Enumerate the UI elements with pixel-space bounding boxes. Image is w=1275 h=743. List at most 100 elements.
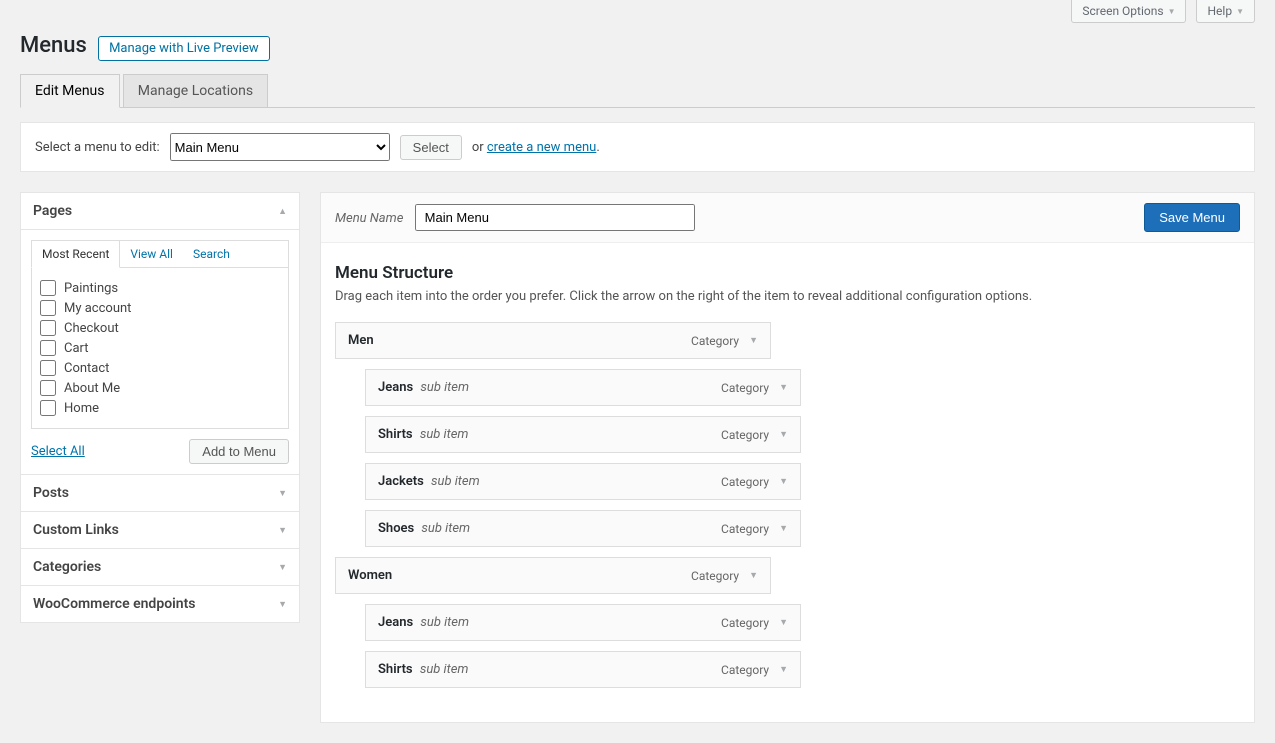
menu-item-type: Category bbox=[721, 522, 769, 536]
menu-item[interactable]: Men Category ▼ bbox=[335, 322, 771, 359]
menu-structure-title: Menu Structure bbox=[335, 263, 1240, 283]
metabox-categories-toggle[interactable]: Categories ▼ bbox=[21, 549, 299, 585]
screen-options-label: Screen Options bbox=[1082, 4, 1163, 18]
create-new-menu-link[interactable]: create a new menu bbox=[487, 140, 596, 155]
sub-item-label: sub item bbox=[417, 662, 469, 677]
menu-structure-desc: Drag each item into the order you prefer… bbox=[335, 289, 1240, 304]
sidebar: Pages ▲ Most Recent View All Search Pain… bbox=[20, 192, 300, 623]
page-checkbox-item[interactable]: Checkout bbox=[40, 318, 280, 338]
checkbox[interactable] bbox=[40, 320, 56, 336]
metabox-categories: Categories ▼ bbox=[20, 549, 300, 586]
metabox-pages-toggle[interactable]: Pages ▲ bbox=[21, 193, 299, 229]
menu-selector-panel: Select a menu to edit: Main Menu Select … bbox=[20, 122, 1255, 172]
menu-items-list: MenCategory▼Jeans sub itemCategory▼Shirt… bbox=[335, 322, 1240, 688]
page-checkbox-item[interactable]: My account bbox=[40, 298, 280, 318]
expand-icon[interactable]: ▼ bbox=[749, 335, 758, 346]
checkbox[interactable] bbox=[40, 280, 56, 296]
menu-item-title: Shirts bbox=[378, 662, 413, 677]
select-button[interactable]: Select bbox=[400, 135, 462, 160]
pages-checklist: Paintings My account Checkout Cart Conta… bbox=[32, 268, 288, 428]
tab-edit-menus[interactable]: Edit Menus bbox=[20, 74, 120, 108]
screen-options-button[interactable]: Screen Options ▼ bbox=[1071, 0, 1186, 23]
menu-item[interactable]: Shirts sub item Category ▼ bbox=[365, 651, 801, 688]
menu-selector-label: Select a menu to edit: bbox=[35, 140, 160, 155]
page-title: Menus bbox=[20, 33, 87, 58]
expand-icon[interactable]: ▼ bbox=[779, 664, 788, 675]
menu-item-type: Category bbox=[721, 381, 769, 395]
page-checkbox-item[interactable]: Cart bbox=[40, 338, 280, 358]
select-all-link[interactable]: Select All bbox=[31, 444, 85, 459]
checkbox[interactable] bbox=[40, 340, 56, 356]
save-menu-button[interactable]: Save Menu bbox=[1144, 203, 1240, 232]
or-text: or create a new menu. bbox=[472, 140, 600, 155]
sub-item-label: sub item bbox=[417, 380, 469, 395]
chevron-up-icon: ▲ bbox=[278, 206, 287, 217]
metabox-posts: Posts ▼ bbox=[20, 475, 300, 512]
chevron-down-icon: ▼ bbox=[278, 599, 287, 610]
live-preview-button[interactable]: Manage with Live Preview bbox=[98, 36, 270, 61]
menu-item[interactable]: Shoes sub item Category ▼ bbox=[365, 510, 801, 547]
page-checkbox-item[interactable]: Paintings bbox=[40, 278, 280, 298]
sub-item-label: sub item bbox=[417, 427, 469, 442]
menu-item-title: Jeans bbox=[378, 380, 413, 395]
menu-item[interactable]: Shirts sub item Category ▼ bbox=[365, 416, 801, 453]
metabox-woocommerce: WooCommerce endpoints ▼ bbox=[20, 586, 300, 623]
menu-item-title: Women bbox=[348, 568, 392, 583]
add-to-menu-button[interactable]: Add to Menu bbox=[189, 439, 289, 464]
tab-view-all[interactable]: View All bbox=[120, 241, 183, 267]
chevron-down-icon: ▼ bbox=[278, 562, 287, 573]
expand-icon[interactable]: ▼ bbox=[779, 617, 788, 628]
menu-name-label: Menu Name bbox=[335, 211, 403, 226]
menu-item-title: Shirts bbox=[378, 427, 413, 442]
checkbox[interactable] bbox=[40, 400, 56, 416]
sub-item-label: sub item bbox=[428, 474, 480, 489]
menu-item-type: Category bbox=[721, 475, 769, 489]
menu-item-type: Category bbox=[721, 428, 769, 442]
tab-manage-locations[interactable]: Manage Locations bbox=[123, 74, 268, 107]
sub-item-label: sub item bbox=[417, 615, 469, 630]
checkbox[interactable] bbox=[40, 380, 56, 396]
help-label: Help bbox=[1207, 4, 1232, 18]
page-checkbox-item[interactable]: Home bbox=[40, 398, 280, 418]
page-checkbox-item[interactable]: Contact bbox=[40, 358, 280, 378]
expand-icon[interactable]: ▼ bbox=[779, 429, 788, 440]
metabox-woocommerce-toggle[interactable]: WooCommerce endpoints ▼ bbox=[21, 586, 299, 622]
expand-icon[interactable]: ▼ bbox=[779, 523, 788, 534]
metabox-pages-title: Pages bbox=[33, 203, 72, 219]
tab-most-recent[interactable]: Most Recent bbox=[31, 240, 120, 268]
chevron-down-icon: ▼ bbox=[278, 525, 287, 536]
sub-item-label: sub item bbox=[418, 521, 470, 536]
menu-select[interactable]: Main Menu bbox=[170, 133, 390, 161]
menu-item-type: Category bbox=[721, 663, 769, 677]
menu-item[interactable]: Jeans sub item Category ▼ bbox=[365, 604, 801, 641]
menu-item[interactable]: Women Category ▼ bbox=[335, 557, 771, 594]
menu-item-title: Men bbox=[348, 333, 374, 348]
chevron-down-icon: ▼ bbox=[1236, 7, 1244, 16]
expand-icon[interactable]: ▼ bbox=[749, 570, 758, 581]
tab-search[interactable]: Search bbox=[183, 241, 240, 267]
nav-tabs: Edit Menus Manage Locations bbox=[20, 74, 1255, 108]
page-checkbox-item[interactable]: About Me bbox=[40, 378, 280, 398]
checkbox[interactable] bbox=[40, 300, 56, 316]
menu-item[interactable]: Jackets sub item Category ▼ bbox=[365, 463, 801, 500]
menu-item-title: Shoes bbox=[378, 521, 414, 536]
help-button[interactable]: Help ▼ bbox=[1196, 0, 1255, 23]
chevron-down-icon: ▼ bbox=[278, 488, 287, 499]
menu-item-title: Jackets bbox=[378, 474, 424, 489]
chevron-down-icon: ▼ bbox=[1168, 7, 1176, 16]
menu-item-type: Category bbox=[721, 616, 769, 630]
checkbox[interactable] bbox=[40, 360, 56, 376]
pages-inner-tabs: Most Recent View All Search Paintings My… bbox=[31, 240, 289, 429]
menu-item-type: Category bbox=[691, 569, 739, 583]
metabox-posts-toggle[interactable]: Posts ▼ bbox=[21, 475, 299, 511]
menu-item[interactable]: Jeans sub item Category ▼ bbox=[365, 369, 801, 406]
metabox-custom-links: Custom Links ▼ bbox=[20, 512, 300, 549]
main-panel: Menu Name Save Menu Menu Structure Drag … bbox=[320, 192, 1255, 723]
menu-item-title: Jeans bbox=[378, 615, 413, 630]
menu-name-input[interactable] bbox=[415, 204, 695, 231]
menu-item-type: Category bbox=[691, 334, 739, 348]
expand-icon[interactable]: ▼ bbox=[779, 382, 788, 393]
expand-icon[interactable]: ▼ bbox=[779, 476, 788, 487]
metabox-custom-links-toggle[interactable]: Custom Links ▼ bbox=[21, 512, 299, 548]
metabox-pages: Pages ▲ Most Recent View All Search Pain… bbox=[20, 192, 300, 475]
